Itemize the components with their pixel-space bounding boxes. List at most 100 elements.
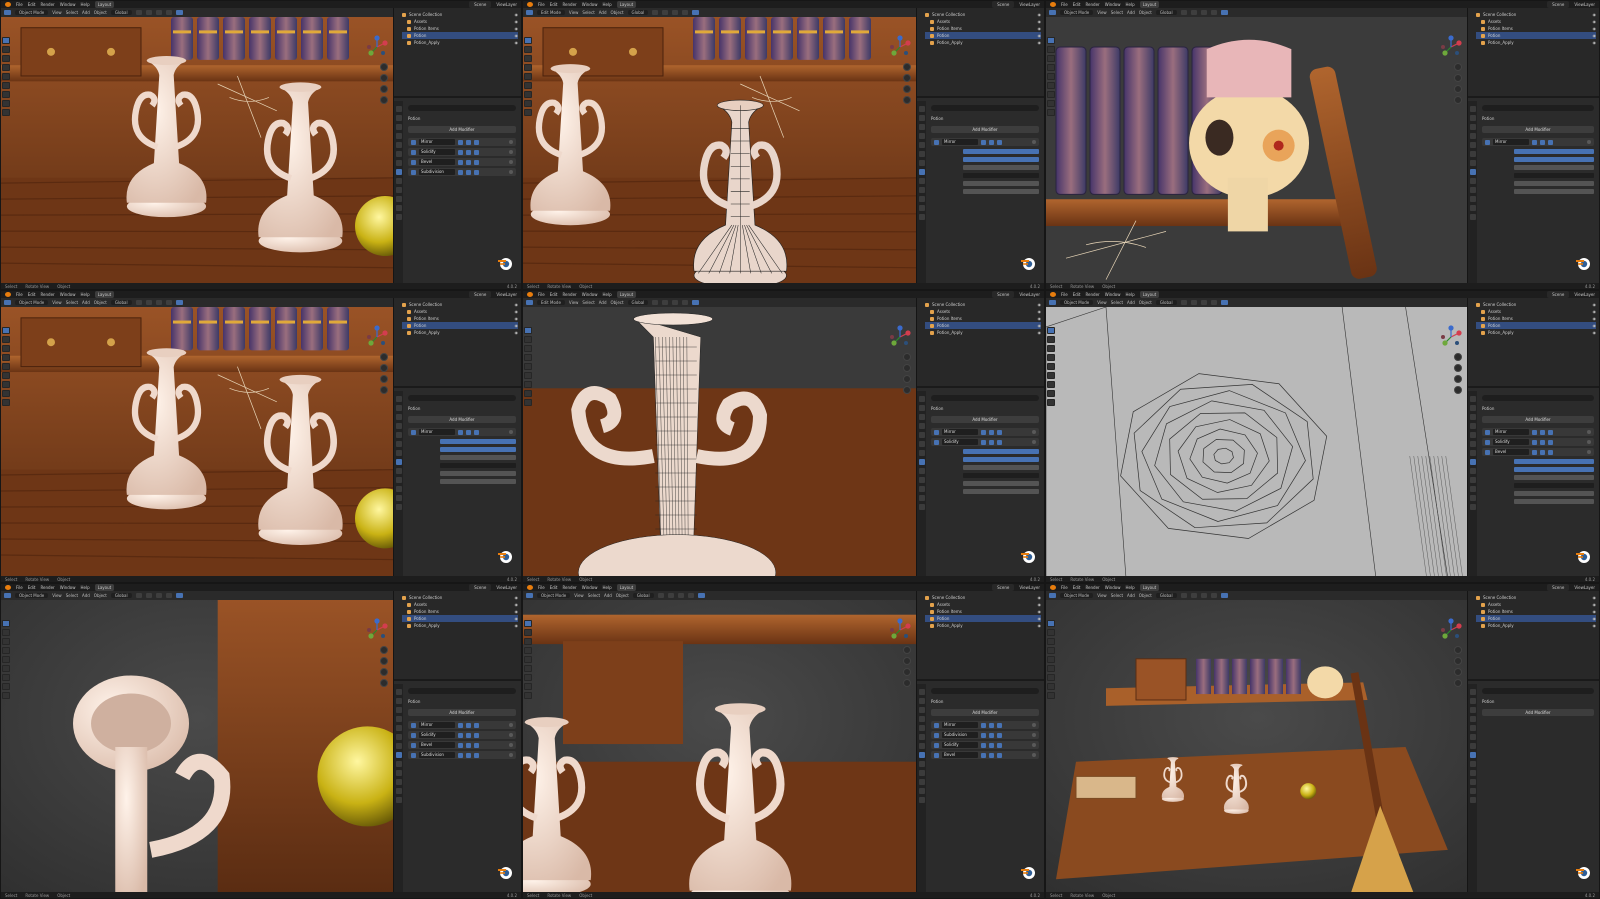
viewport-toggle[interactable] bbox=[1540, 439, 1545, 445]
modifier-name[interactable]: Mirror bbox=[419, 722, 455, 728]
view-layer-tab-icon[interactable] bbox=[395, 716, 402, 722]
add-modifier-button[interactable]: Add Modifier bbox=[408, 126, 516, 133]
3d-viewport[interactable] bbox=[523, 600, 918, 892]
particles-tab-icon[interactable] bbox=[395, 761, 402, 767]
menu-file[interactable]: File bbox=[538, 584, 545, 591]
menu-render[interactable]: Render bbox=[40, 584, 54, 591]
data-tab-icon[interactable] bbox=[918, 205, 925, 211]
modifier-field[interactable] bbox=[408, 478, 516, 484]
transform-orientation[interactable]: Global bbox=[627, 300, 649, 305]
modifier-row[interactable]: Mirror bbox=[408, 428, 516, 436]
visibility-eye-icon[interactable]: ◉ bbox=[515, 316, 519, 321]
blender-menu-icon[interactable] bbox=[527, 585, 533, 590]
modifier-field[interactable] bbox=[1482, 458, 1594, 464]
render-tab-icon[interactable] bbox=[395, 405, 402, 411]
pan-hand-icon[interactable] bbox=[380, 74, 388, 82]
viewport-toggle[interactable] bbox=[466, 159, 471, 165]
menu-edit[interactable]: Edit bbox=[1073, 1, 1081, 8]
modifier-name[interactable]: Solidify bbox=[1493, 439, 1529, 445]
menu-object[interactable]: Object bbox=[1139, 300, 1152, 305]
outliner-row[interactable]: Assets ◉ bbox=[1476, 18, 1596, 25]
visibility-eye-icon[interactable]: ◉ bbox=[1038, 302, 1042, 307]
visibility-eye-icon[interactable]: ◉ bbox=[1038, 595, 1042, 600]
render-tab-icon[interactable] bbox=[918, 115, 925, 121]
modifier-name[interactable]: Mirror bbox=[419, 429, 455, 435]
modifier-field[interactable] bbox=[1482, 474, 1594, 480]
overlay-icon[interactable] bbox=[155, 10, 162, 15]
cursor-icon[interactable] bbox=[2, 46, 10, 53]
render-toggle[interactable] bbox=[474, 752, 479, 758]
cursor-icon[interactable] bbox=[2, 336, 10, 343]
select-box-icon[interactable] bbox=[2, 327, 10, 334]
render-toggle[interactable] bbox=[997, 439, 1002, 445]
editor-type-icon[interactable] bbox=[526, 300, 533, 305]
field-value[interactable] bbox=[963, 472, 1039, 478]
visibility-eye-icon[interactable]: ◉ bbox=[515, 609, 519, 614]
menu-add[interactable]: Add bbox=[604, 593, 612, 598]
world-tab-icon[interactable] bbox=[395, 734, 402, 740]
modifier-row[interactable]: Bevel bbox=[1482, 448, 1594, 456]
editor-type-icon[interactable] bbox=[4, 10, 11, 15]
menu-help[interactable]: Help bbox=[80, 584, 89, 591]
modifier-name[interactable]: Subdivision bbox=[942, 732, 978, 738]
outliner-row[interactable]: Potion ◉ bbox=[402, 322, 518, 329]
modifier-expand-toggle[interactable] bbox=[411, 429, 416, 435]
visibility-eye-icon[interactable]: ◉ bbox=[1038, 330, 1042, 335]
view-layer-tab-icon[interactable] bbox=[1469, 133, 1476, 139]
shading-rendered-icon[interactable] bbox=[692, 300, 700, 305]
transform-icon[interactable] bbox=[1047, 372, 1055, 379]
outliner-row[interactable]: Potion_Apply ◉ bbox=[925, 622, 1041, 629]
add-cube-icon[interactable] bbox=[1047, 109, 1055, 116]
rotate-icon[interactable] bbox=[2, 64, 10, 71]
scene-selector[interactable]: Scene bbox=[1547, 291, 1570, 298]
perspective-grid-icon[interactable] bbox=[380, 96, 388, 104]
outliner-row[interactable]: Scene Collection ◉ bbox=[402, 11, 518, 18]
field-value[interactable] bbox=[440, 478, 516, 484]
editmode-toggle[interactable] bbox=[981, 439, 986, 445]
scene-selector[interactable]: Scene bbox=[469, 1, 492, 8]
remove-modifier-icon[interactable] bbox=[509, 160, 513, 164]
render-toggle[interactable] bbox=[474, 149, 479, 155]
blender-menu-icon[interactable] bbox=[527, 2, 533, 7]
visibility-eye-icon[interactable]: ◉ bbox=[515, 26, 519, 31]
field-value[interactable] bbox=[440, 470, 516, 476]
remove-modifier-icon[interactable] bbox=[1032, 440, 1036, 444]
shading-rendered-icon[interactable] bbox=[692, 10, 700, 15]
field-value[interactable] bbox=[1514, 148, 1594, 154]
menu-add[interactable]: Add bbox=[599, 10, 607, 15]
transform-orientation[interactable]: Global bbox=[110, 593, 132, 598]
editmode-toggle[interactable] bbox=[458, 722, 463, 728]
editor-type-icon[interactable] bbox=[1049, 10, 1056, 15]
rotate-icon[interactable] bbox=[2, 647, 10, 654]
modifier-expand-toggle[interactable] bbox=[411, 149, 416, 155]
add-cube-icon[interactable] bbox=[1047, 399, 1055, 406]
scene-selector[interactable]: Scene bbox=[1547, 584, 1570, 591]
render-toggle[interactable] bbox=[474, 732, 479, 738]
overlay-icon[interactable] bbox=[1200, 593, 1207, 598]
overlay-icon[interactable] bbox=[677, 593, 684, 598]
object-tab-icon[interactable] bbox=[395, 743, 402, 749]
annotate-icon[interactable] bbox=[524, 381, 532, 388]
field-value[interactable] bbox=[1514, 474, 1594, 480]
transform-orientation[interactable]: Global bbox=[110, 300, 132, 305]
editmode-toggle[interactable] bbox=[981, 732, 986, 738]
pan-hand-icon[interactable] bbox=[903, 657, 911, 665]
menu-render[interactable]: Render bbox=[562, 291, 576, 298]
modifier-wrench-icon[interactable] bbox=[395, 169, 402, 175]
measure-icon[interactable] bbox=[524, 390, 532, 397]
overlay-icon[interactable] bbox=[1200, 300, 1207, 305]
add-modifier-button[interactable]: Add Modifier bbox=[1482, 709, 1594, 716]
modifier-row[interactable]: Mirror bbox=[408, 138, 516, 146]
physics-tab-icon[interactable] bbox=[918, 770, 925, 776]
render-tab-icon[interactable] bbox=[1469, 115, 1476, 121]
zoom-icon[interactable] bbox=[380, 353, 388, 361]
perspective-grid-icon[interactable] bbox=[380, 386, 388, 394]
field-value[interactable] bbox=[1514, 180, 1594, 186]
remove-modifier-icon[interactable] bbox=[1587, 430, 1591, 434]
menu-help[interactable]: Help bbox=[1125, 584, 1134, 591]
menu-window[interactable]: Window bbox=[60, 584, 76, 591]
output-tab-icon[interactable] bbox=[395, 414, 402, 420]
perspective-grid-icon[interactable] bbox=[903, 96, 911, 104]
scale-icon[interactable] bbox=[1047, 656, 1055, 663]
world-tab-icon[interactable] bbox=[918, 151, 925, 157]
